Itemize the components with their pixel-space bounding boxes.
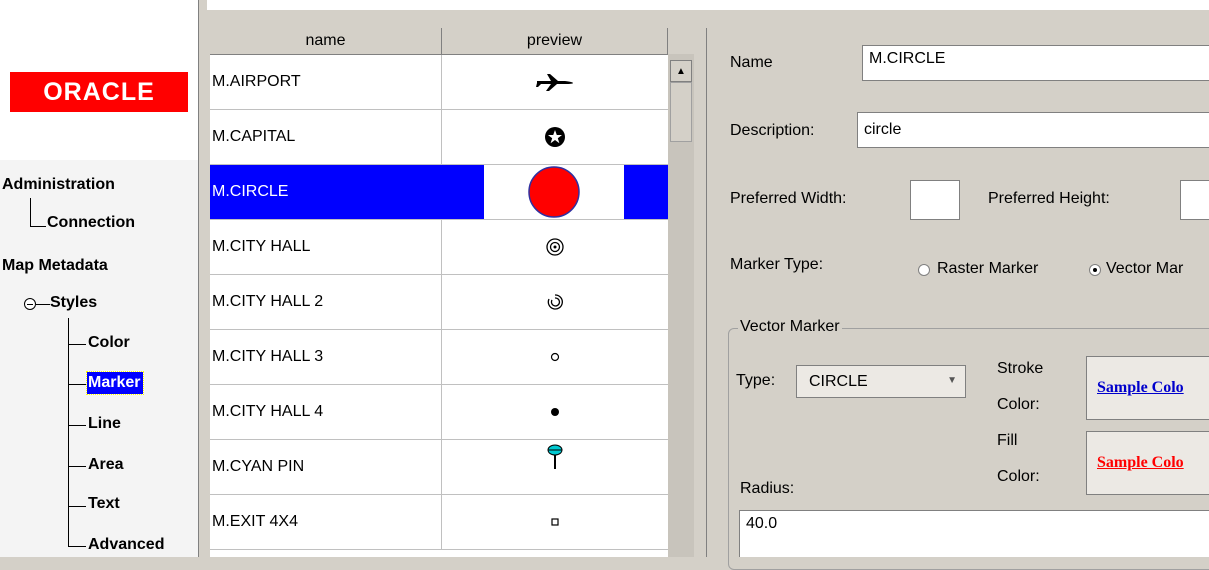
table-row[interactable]: M.CYAN PIN [210, 440, 668, 495]
red-circle-icon [484, 165, 624, 219]
table-row[interactable]: M.CITY HALL [210, 220, 668, 275]
preferred-width-field[interactable] [910, 180, 960, 220]
scrollbar-header-corner [668, 28, 694, 54]
tree-item-administration[interactable]: Administration [2, 176, 115, 194]
table-row[interactable]: M.CAPITAL [210, 110, 668, 165]
tree-connector [30, 198, 31, 226]
table-row[interactable]: M.CITY HALL 4 [210, 385, 668, 440]
tree-item-connection[interactable]: Connection [47, 214, 135, 232]
column-header-preview[interactable]: preview [442, 28, 668, 55]
triangle-up-icon: ▲ [676, 65, 686, 77]
stroke-color-button[interactable]: Sample Colo [1086, 356, 1209, 420]
description-label: Description: [730, 122, 815, 139]
collapse-toggle-icon[interactable] [24, 298, 36, 310]
type-dropdown-value: CIRCLE [809, 373, 868, 390]
tree-item-line[interactable]: Line [88, 415, 121, 433]
tree-connector [68, 466, 86, 467]
vector-marker-group-title: Vector Marker [738, 318, 842, 336]
preferred-height-label: Preferred Height: [988, 190, 1110, 207]
stroke-sample-text: Sample Colo [1097, 379, 1184, 396]
table-row[interactable]: M.CITY HALL 3 [210, 330, 668, 385]
scroll-up-button[interactable]: ▲ [670, 60, 692, 82]
fill-color-label: Fill [997, 432, 1018, 449]
tree-connector [68, 318, 69, 547]
name-field[interactable]: M.CIRCLE [862, 45, 1209, 81]
splitter-right[interactable] [694, 28, 706, 557]
logo-text: ORACLE [43, 78, 155, 106]
tree-item-advanced[interactable]: Advanced [88, 536, 164, 554]
tree-connector [30, 226, 46, 227]
row-name: M.AIRPORT [212, 73, 301, 90]
column-separator [441, 165, 442, 219]
splitter-left[interactable] [198, 0, 207, 557]
description-field[interactable]: circle [857, 112, 1209, 148]
radius-field[interactable]: 40.0 [739, 510, 1209, 557]
stroke-color-label: Stroke [997, 360, 1044, 377]
row-name: M.CIRCLE [212, 183, 289, 200]
marker-table: name preview M.AIRPORT M.CAPITAL M.CIRCL… [210, 28, 668, 557]
preferred-height-field[interactable] [1180, 180, 1209, 220]
row-name: M.EXIT 4X4 [212, 513, 298, 530]
concentric-circles-icon [442, 220, 668, 274]
tree-connector [68, 425, 86, 426]
vector-marker-radio[interactable] [1089, 264, 1101, 276]
oracle-logo: ORACLE [10, 72, 188, 112]
table-row[interactable]: M.AIRPORT [210, 55, 668, 110]
tree-item-text[interactable]: Text [88, 495, 120, 513]
stroke-color-label-2: Color: [997, 396, 1040, 413]
filled-dot-icon [442, 385, 668, 439]
star-in-circle-icon [442, 110, 668, 164]
airplane-icon [442, 55, 668, 109]
raster-marker-label[interactable]: Raster Marker [937, 260, 1038, 278]
raster-marker-radio[interactable] [918, 264, 930, 276]
radius-label: Radius: [740, 480, 795, 497]
tree-item-color[interactable]: Color [88, 334, 130, 352]
fill-color-label-2: Color: [997, 468, 1040, 485]
tree-connector [68, 384, 86, 385]
column-header-name[interactable]: name [210, 28, 442, 55]
row-name: M.CITY HALL [212, 238, 311, 255]
type-dropdown[interactable]: CIRCLE ▼ [796, 365, 966, 398]
fill-sample-text: Sample Colo [1097, 454, 1184, 471]
row-name: M.CITY HALL 4 [212, 403, 324, 420]
vector-marker-label[interactable]: Vector Mar [1106, 260, 1183, 278]
row-name: M.CITY HALL 3 [212, 348, 324, 365]
scroll-thumb[interactable] [670, 82, 692, 142]
chevron-down-icon: ▼ [947, 375, 957, 386]
table-row-selected[interactable]: M.CIRCLE [210, 165, 668, 220]
marker-type-label: Marker Type: [730, 256, 824, 273]
tree-connector [68, 344, 86, 345]
table-row[interactable]: M.CITY HALL 2 [210, 275, 668, 330]
preferred-width-label: Preferred Width: [730, 190, 847, 207]
tree-connector [36, 304, 50, 305]
tree-item-map-metadata[interactable]: Map Metadata [2, 257, 108, 275]
row-name: M.CITY HALL 2 [212, 293, 324, 310]
row-name: M.CAPITAL [212, 128, 296, 145]
tree-connector [68, 546, 86, 547]
table-row[interactable]: M.EXIT 4X4 [210, 495, 668, 550]
spiral-circle-icon [442, 275, 668, 329]
tree-connector [68, 506, 86, 507]
tree-item-styles[interactable]: Styles [50, 294, 97, 312]
cyan-pin-icon [442, 440, 668, 494]
tree-item-marker[interactable]: Marker [85, 371, 145, 395]
radio-selected-dot [1093, 268, 1097, 272]
small-square-icon [442, 495, 668, 549]
tree-item-area[interactable]: Area [88, 456, 124, 474]
fill-color-button[interactable]: Sample Colo [1086, 431, 1209, 495]
small-circle-icon [442, 330, 668, 384]
name-label-text: Name [730, 54, 773, 71]
row-name: M.CYAN PIN [212, 458, 305, 475]
navigation-pane: ORACLE Administration Connection Map Met… [0, 0, 198, 557]
name-label: Name [730, 54, 773, 72]
type-label: Type: [736, 372, 776, 389]
